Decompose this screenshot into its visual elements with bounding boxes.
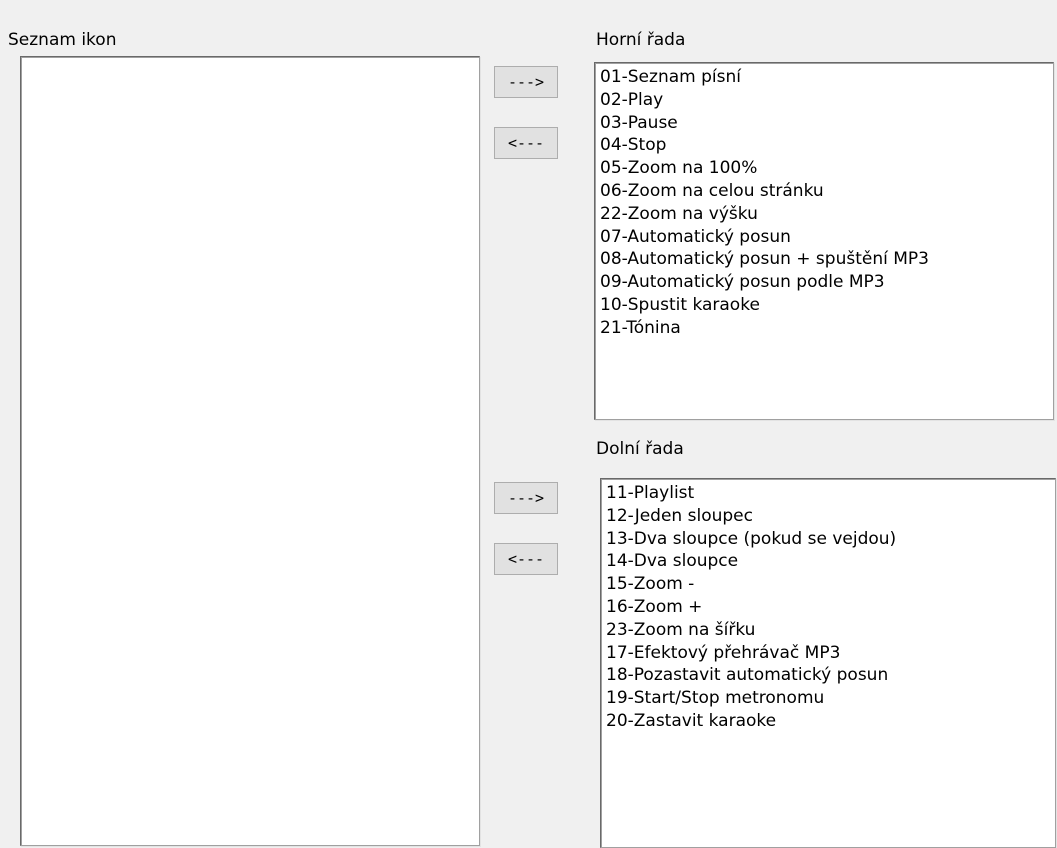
list-item[interactable]: 06-Zoom na celou stránku	[600, 180, 1053, 203]
list-item[interactable]: 11-Playlist	[606, 482, 1055, 505]
list-item[interactable]: 02-Play	[600, 89, 1053, 112]
bottom-row-remove-button[interactable]: <---	[494, 543, 558, 575]
list-item[interactable]: 08-Automatický posun + spuštění MP3	[600, 248, 1053, 271]
icon-list-box[interactable]	[20, 56, 480, 846]
list-item[interactable]: 10-Spustit karaoke	[600, 294, 1053, 317]
top-row-add-button[interactable]: --->	[494, 66, 558, 98]
bottom-row-label: Dolní řada	[596, 439, 684, 459]
list-item[interactable]: 14-Dva sloupce	[606, 550, 1055, 573]
list-item[interactable]: 21-Tónina	[600, 317, 1053, 340]
list-item[interactable]: 01-Seznam písní	[600, 66, 1053, 89]
list-item[interactable]: 23-Zoom na šířku	[606, 619, 1055, 642]
list-item[interactable]: 17-Efektový přehrávač MP3	[606, 642, 1055, 665]
list-item[interactable]: 18-Pozastavit automatický posun	[606, 664, 1055, 687]
top-row-label: Horní řada	[596, 30, 686, 50]
list-item[interactable]: 22-Zoom na výšku	[600, 203, 1053, 226]
list-item[interactable]: 04-Stop	[600, 134, 1053, 157]
top-row-remove-button[interactable]: <---	[494, 127, 558, 159]
list-item[interactable]: 20-Zastavit karaoke	[606, 710, 1055, 733]
bottom-row-add-button[interactable]: --->	[494, 482, 558, 514]
list-item[interactable]: 15-Zoom -	[606, 573, 1055, 596]
list-item[interactable]: 05-Zoom na 100%	[600, 157, 1053, 180]
icon-list-label: Seznam ikon	[8, 30, 117, 50]
list-item[interactable]: 12-Jeden sloupec	[606, 505, 1055, 528]
bottom-row-list-box[interactable]: 11-Playlist 12-Jeden sloupec 13-Dva sloupc…	[600, 478, 1056, 848]
list-item[interactable]: 03-Pause	[600, 112, 1053, 135]
list-item[interactable]: 07-Automatický posun	[600, 226, 1053, 249]
top-row-items: 01-Seznam písní 02-Play 03-Pause 04-Stop 05-…	[595, 63, 1053, 340]
list-item[interactable]: 09-Automatický posun podle MP3	[600, 271, 1053, 294]
top-row-list-box[interactable]: 01-Seznam písní 02-Play 03-Pause 04-Stop 05-…	[594, 62, 1054, 420]
list-item[interactable]: 16-Zoom +	[606, 596, 1055, 619]
icon-list-items	[21, 57, 479, 60]
bottom-row-items: 11-Playlist 12-Jeden sloupec 13-Dva sloupc…	[601, 479, 1055, 733]
list-item[interactable]: 19-Start/Stop metronomu	[606, 687, 1055, 710]
list-item[interactable]: 13-Dva sloupce (pokud se vejdou)	[606, 528, 1055, 551]
